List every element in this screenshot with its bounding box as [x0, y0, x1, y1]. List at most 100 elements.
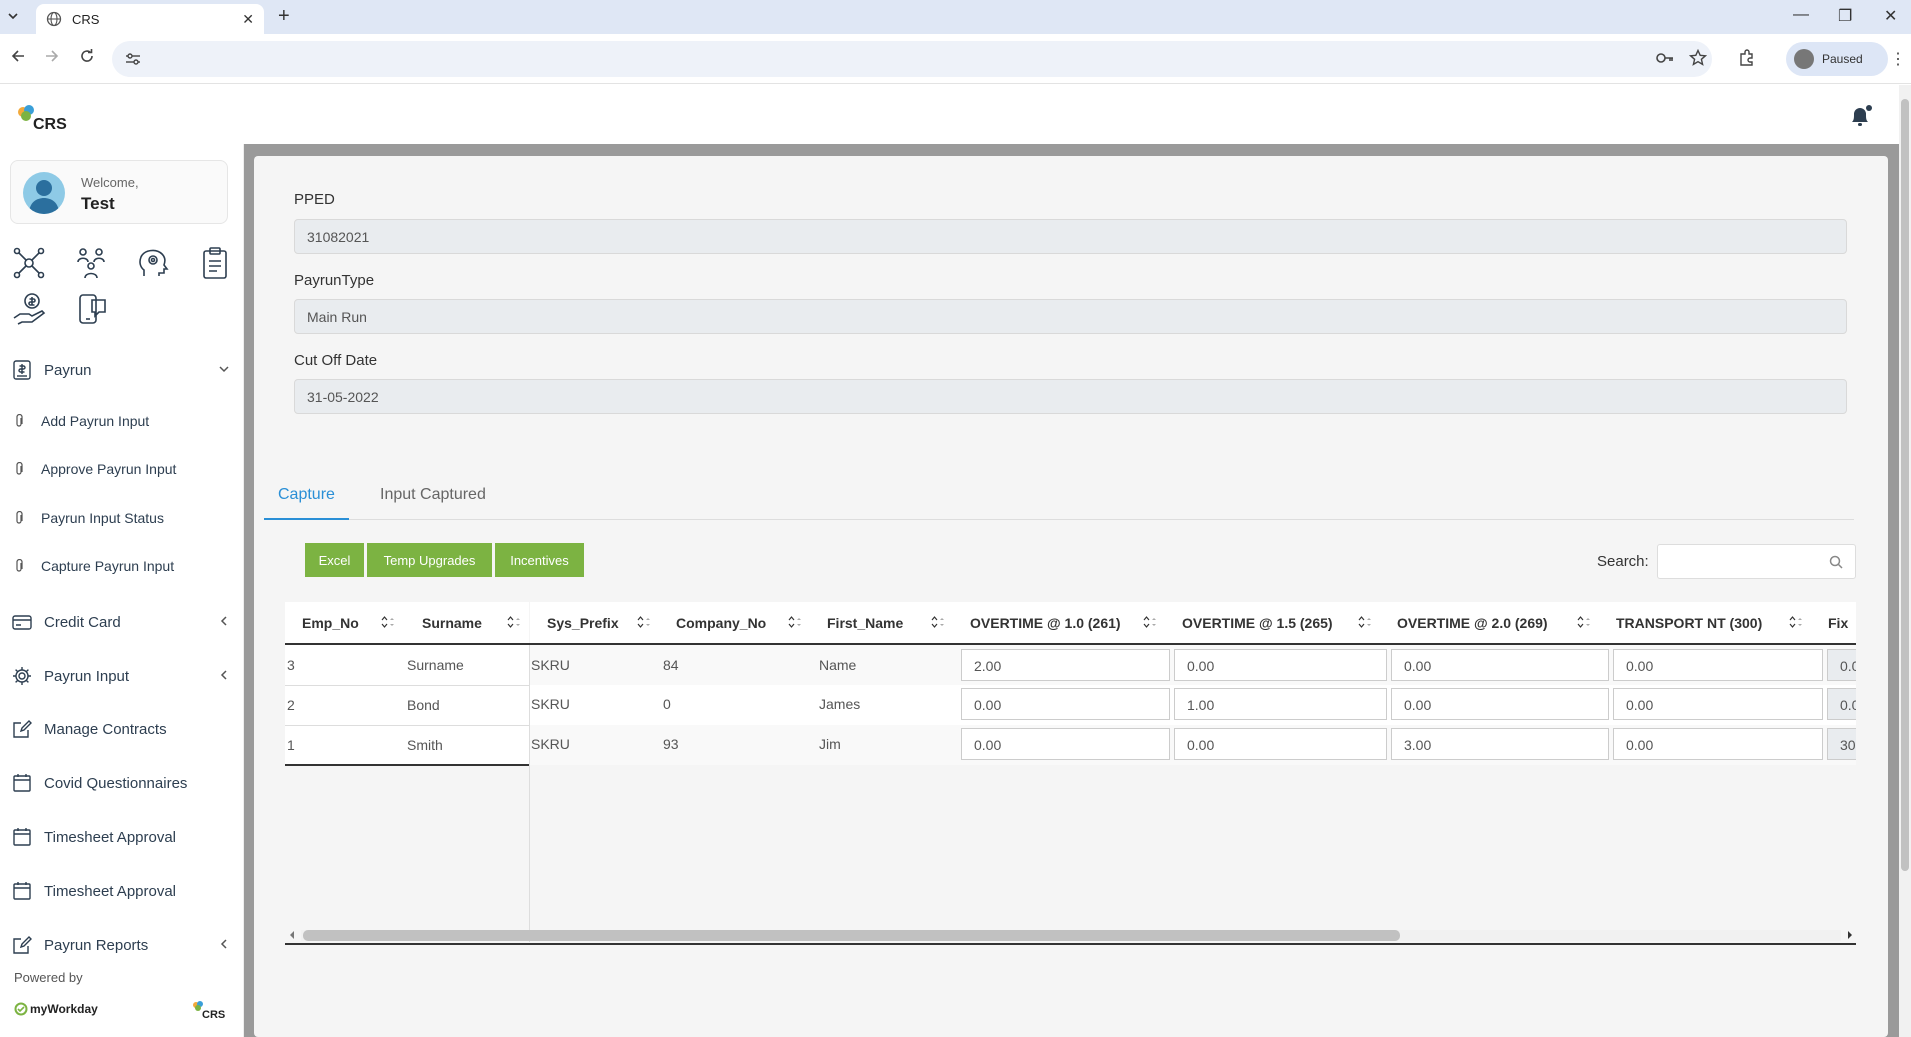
password-key-icon[interactable]: [1655, 51, 1675, 65]
welcome-label: Welcome,: [81, 175, 139, 190]
overtime-1-0-input[interactable]: 2.00: [961, 649, 1170, 681]
page-scrollbar[interactable]: [1899, 85, 1911, 1037]
sidebar-item-payrun-reports[interactable]: Payrun Reports: [0, 925, 244, 965]
overtime-1-5-input[interactable]: 0.00: [1174, 728, 1387, 760]
scroll-left-icon[interactable]: [287, 929, 297, 941]
column-header-first-name[interactable]: First_Name: [810, 602, 953, 644]
column-header-company-no[interactable]: Company_No: [659, 602, 810, 644]
overtime-1-0-input[interactable]: 0.00: [961, 688, 1170, 720]
scrollbar-thumb[interactable]: [303, 930, 1400, 941]
fix-input[interactable]: 300: [1827, 728, 1856, 760]
bookmark-star-icon[interactable]: [1689, 49, 1707, 67]
sort-icon: [1143, 614, 1157, 630]
mobile-chat-icon[interactable]: [74, 292, 110, 328]
site-settings-icon[interactable]: [125, 52, 141, 66]
sidebar-subitem-label: Capture Payrun Input: [41, 558, 175, 574]
overtime-1-0-input[interactable]: 0.00: [961, 728, 1170, 760]
column-header-overtime-1-0[interactable]: OVERTIME @ 1.0 (261): [953, 602, 1165, 644]
cell-emp-no: 1: [287, 737, 295, 753]
close-tab-icon[interactable]: ✕: [242, 11, 254, 28]
sidebar-item-label: Timesheet Approval: [44, 828, 177, 846]
settings-head-icon[interactable]: [136, 246, 172, 282]
minimize-icon[interactable]: —: [1793, 6, 1809, 24]
back-icon[interactable]: [10, 48, 26, 64]
column-header-label: First_Name: [827, 615, 904, 631]
paperclip-icon: [14, 414, 25, 428]
sidebar-item-credit-card[interactable]: Credit Card: [0, 602, 244, 642]
cutoff-date-field[interactable]: 31-05-2022: [294, 379, 1847, 414]
excel-button[interactable]: Excel: [305, 543, 364, 577]
salary-hand-icon[interactable]: [12, 292, 48, 328]
browser-tabstrip: CRS ✕ + — ❐ ✕: [0, 0, 1911, 34]
crs-small-logo: CRS: [192, 1000, 226, 1020]
cell-sys-prefix: SKRU: [531, 736, 570, 752]
search-input[interactable]: [1657, 544, 1856, 579]
column-header-emp-no[interactable]: Emp_No: [285, 602, 403, 644]
sidebar-subitem-add-payrun-input[interactable]: Add Payrun Input: [0, 403, 244, 439]
payrun-type-field[interactable]: Main Run: [294, 299, 1847, 334]
temp-upgrades-button[interactable]: Temp Upgrades: [367, 543, 492, 577]
fix-input[interactable]: 0.0: [1827, 688, 1856, 720]
reload-icon[interactable]: [79, 48, 95, 64]
payrun-type-label: PayrunType: [294, 272, 375, 289]
fix-input[interactable]: 0.0: [1827, 649, 1856, 681]
profile-button[interactable]: Paused: [1786, 42, 1888, 76]
overtime-2-0-input[interactable]: 0.00: [1391, 649, 1609, 681]
incentives-button[interactable]: Incentives: [495, 543, 584, 577]
transport-nt-input[interactable]: 0.00: [1613, 688, 1823, 720]
globe-icon: [46, 11, 62, 27]
scrollbar-thumb[interactable]: [1901, 99, 1909, 871]
sidebar-item-payrun-input[interactable]: Payrun Input: [0, 656, 244, 696]
sidebar-item-timesheet-approval-2[interactable]: Timesheet Approval: [0, 871, 244, 911]
address-bar[interactable]: [112, 41, 1712, 77]
overtime-1-5-input[interactable]: 1.00: [1174, 688, 1387, 720]
team-icon[interactable]: [74, 246, 110, 282]
sidebar-subitem-capture-payrun-input[interactable]: Capture Payrun Input: [0, 548, 244, 584]
sort-icon: [507, 614, 521, 630]
overtime-1-5-input[interactable]: 0.00: [1174, 649, 1387, 681]
column-header-surname[interactable]: Surname: [403, 602, 529, 644]
transport-nt-input[interactable]: 0.00: [1613, 728, 1823, 760]
restore-icon[interactable]: ❐: [1838, 6, 1852, 26]
sort-icon: [1577, 614, 1591, 630]
column-header-overtime-1-5[interactable]: OVERTIME @ 1.5 (265): [1165, 602, 1380, 644]
sidebar-subitem-payrun-input-status[interactable]: Payrun Input Status: [0, 500, 244, 536]
calendar-icon: [12, 827, 32, 847]
pped-field[interactable]: 31082021: [294, 219, 1847, 254]
column-header-fix[interactable]: Fix: [1811, 602, 1856, 644]
new-tab-icon[interactable]: +: [278, 5, 290, 28]
overtime-2-0-input[interactable]: 0.00: [1391, 688, 1609, 720]
clipboard-icon[interactable]: [198, 246, 234, 282]
tab-capture[interactable]: Capture: [264, 486, 349, 520]
extensions-icon[interactable]: [1738, 49, 1756, 67]
column-header-transport-nt[interactable]: TRANSPORT NT (300): [1599, 602, 1811, 644]
overtime-2-0-input[interactable]: 3.00: [1391, 728, 1609, 760]
sidebar-item-label: Payrun Reports: [44, 936, 149, 954]
sort-icon: [788, 614, 802, 630]
table-empty-area: [285, 765, 1856, 942]
cell-emp-no: 3: [287, 657, 295, 673]
network-icon[interactable]: [12, 246, 48, 282]
close-window-icon[interactable]: ✕: [1884, 6, 1897, 26]
user-name: Test: [81, 194, 115, 213]
transport-nt-input[interactable]: 0.00: [1613, 649, 1823, 681]
sidebar-item-covid-questionnaires[interactable]: Covid Questionnaires: [0, 763, 244, 803]
table-horizontal-scrollbar[interactable]: [285, 927, 1856, 945]
sidebar-subitem-approve-payrun-input[interactable]: Approve Payrun Input: [0, 451, 244, 487]
column-header-overtime-2-0[interactable]: OVERTIME @ 2.0 (269): [1380, 602, 1599, 644]
cell-company-no: 0: [663, 696, 671, 712]
avatar: [1794, 49, 1814, 69]
sidebar-item-manage-contracts[interactable]: Manage Contracts: [0, 709, 244, 749]
tab-search-icon[interactable]: [6, 9, 20, 23]
tab-bar: Capture Input Captured: [264, 478, 1854, 520]
tab-input-captured[interactable]: Input Captured: [366, 486, 500, 520]
scroll-right-icon[interactable]: [1845, 929, 1855, 941]
browser-toolbar: Paused ⋮: [0, 34, 1911, 84]
column-header-sys-prefix[interactable]: Sys_Prefix: [530, 602, 659, 644]
sidebar-item-timesheet-approval[interactable]: Timesheet Approval: [0, 817, 244, 857]
sidebar-item-payrun[interactable]: Payrun: [0, 350, 244, 390]
browser-menu-icon[interactable]: ⋮: [1890, 49, 1906, 69]
browser-tab[interactable]: CRS ✕: [36, 4, 264, 34]
notification-bell-icon[interactable]: [1847, 104, 1873, 130]
forward-icon[interactable]: [44, 48, 60, 64]
